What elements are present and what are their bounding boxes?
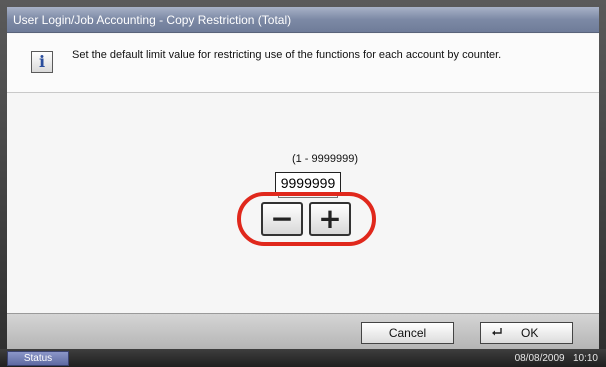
- date-text: 08/08/2009: [514, 353, 565, 364]
- ok-button[interactable]: OK: [480, 322, 573, 344]
- status-bar: Status 08/08/2009 10:10: [0, 349, 606, 367]
- enter-icon: [492, 328, 502, 336]
- ok-label: OK: [521, 326, 539, 340]
- date-time: 08/08/2009 10:10: [515, 352, 598, 365]
- footer-bar: Cancel OK: [7, 313, 599, 349]
- cancel-button[interactable]: Cancel: [361, 322, 454, 344]
- stepper-highlight-ring: [237, 192, 376, 246]
- window-title: User Login/Job Accounting - Copy Restric…: [7, 7, 599, 33]
- panel-screen: User Login/Job Accounting - Copy Restric…: [7, 7, 599, 349]
- status-button[interactable]: Status: [7, 351, 69, 366]
- time-text: 10:10: [572, 353, 598, 364]
- value-range-label: (1 - 9999999): [291, 153, 359, 165]
- info-icon: i: [31, 51, 53, 73]
- info-message: Set the default limit value for restrict…: [72, 49, 502, 61]
- increment-button[interactable]: +: [309, 202, 351, 236]
- info-message-box: i Set the default limit value for restri…: [7, 34, 599, 93]
- decrement-button[interactable]: −: [261, 202, 303, 236]
